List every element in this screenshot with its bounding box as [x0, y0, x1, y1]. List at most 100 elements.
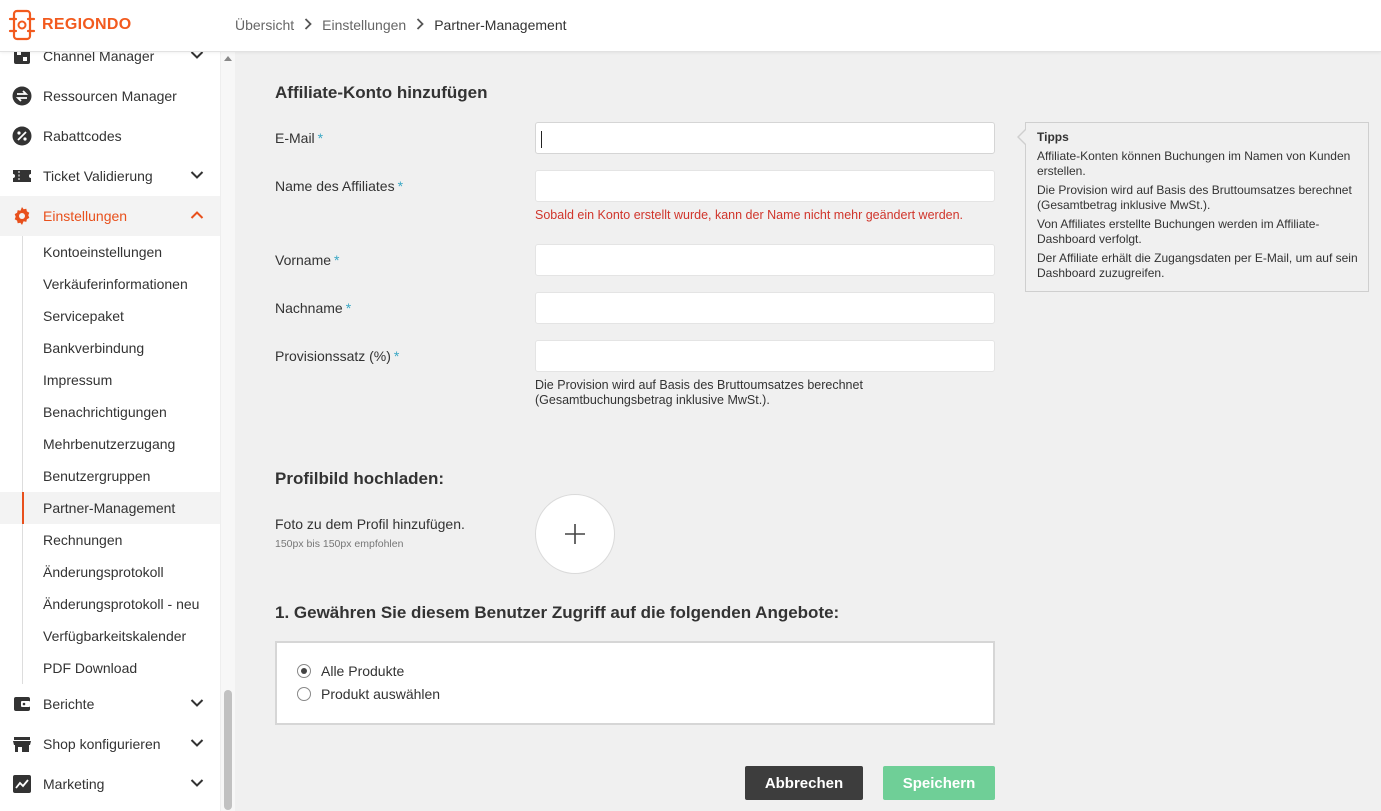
chevron-down-icon — [190, 699, 204, 707]
photo-hint: 150px bis 150px empfohlen — [275, 538, 404, 550]
chevron-down-icon — [190, 739, 204, 747]
sidebar-subitem-service-package[interactable]: Servicepaket — [0, 300, 220, 332]
sidebar-item-shop-config[interactable]: Shop konfigurieren — [0, 724, 220, 764]
sidebar-subitem-label: Bankverbindung — [43, 340, 145, 356]
affiliate-name-label-text: Name des Affiliates — [275, 178, 395, 194]
email-label-text: E-Mail — [275, 130, 315, 146]
regiondo-logo-icon — [8, 9, 36, 41]
sidebar-item-label: Shop konfigurieren — [43, 736, 161, 752]
breadcrumb-partner-management: Partner-Management — [434, 17, 567, 33]
sidebar-item-discount-codes[interactable]: Rabattcodes — [0, 116, 220, 156]
exchange-icon — [12, 86, 32, 106]
sidebar-subitem-invoices[interactable]: Rechnungen — [0, 524, 220, 556]
radio-all-products[interactable]: Alle Produkte — [297, 663, 404, 679]
sidebar-scrollbar[interactable] — [220, 52, 235, 811]
commission-label-text: Provisionssatz (%) — [275, 348, 391, 364]
cancel-button[interactable]: Abbrechen — [745, 766, 863, 800]
sidebar-item-resources[interactable]: Ressourcen Manager — [0, 76, 220, 116]
sidebar-subitem-label: Impressum — [43, 372, 113, 388]
email-input[interactable] — [535, 122, 995, 154]
affiliate-name-label: Name des Affiliates * — [275, 178, 403, 194]
required-mark: * — [334, 252, 340, 268]
sidebar-subitem-change-log-new[interactable]: Änderungsprotokoll - neu — [0, 588, 220, 620]
plus-icon — [565, 524, 585, 544]
chevron-down-icon — [190, 779, 204, 787]
brand-logo[interactable]: REGIONDO — [8, 9, 132, 41]
breadcrumb: Übersicht Einstellungen Partner-Manageme… — [235, 17, 567, 33]
sidebar-item-reports[interactable]: Berichte — [0, 684, 220, 724]
sidebar-subitem-label: Verfügbarkeitskalender — [43, 628, 187, 644]
email-label: E-Mail * — [275, 130, 323, 146]
channel-icon — [14, 52, 30, 64]
sidebar-item-label: Berichte — [43, 696, 95, 712]
sidebar-item-ticket-validation[interactable]: Ticket Validierung — [0, 156, 220, 196]
sidebar-item-label: Channel Manager — [43, 52, 155, 64]
sidebar-subitem-seller-info[interactable]: Verkäuferinformationen — [0, 268, 220, 300]
sidebar-subitem-pdf-download[interactable]: PDF Download — [0, 652, 220, 684]
firstname-input[interactable] — [535, 244, 995, 276]
sidebar-subitem-label: Partner-Management — [43, 500, 176, 516]
chevron-up-icon — [190, 211, 204, 219]
firstname-label: Vorname * — [275, 252, 340, 268]
profile-title: Profilbild hochladen: — [275, 469, 445, 488]
sidebar-subitem-label: PDF Download — [43, 660, 138, 676]
main-content: Affiliate-Konto hinzufügen E-Mail * Name … — [235, 52, 1381, 811]
required-mark: * — [317, 130, 324, 146]
sidebar-subitem-user-groups[interactable]: Benutzergruppen — [0, 460, 220, 492]
tips-title: Tipps — [1037, 130, 1069, 144]
required-mark: * — [393, 348, 400, 364]
ticket-icon — [13, 170, 31, 182]
breadcrumb-settings[interactable]: Einstellungen — [322, 17, 406, 33]
sidebar-item-marketing[interactable]: Marketing — [0, 764, 220, 804]
scrollbar-thumb[interactable] — [224, 690, 232, 810]
save-button[interactable]: Speichern — [883, 766, 995, 800]
text-caret — [541, 131, 542, 148]
sidebar-subitem-bank-account[interactable]: Bankverbindung — [0, 332, 220, 364]
sidebar-subitem-label: Änderungsprotokoll - neu — [43, 596, 200, 612]
photo-upload-button[interactable] — [535, 494, 615, 574]
chart-icon — [13, 775, 31, 793]
radio-select-product[interactable]: Produkt auswählen — [297, 686, 440, 702]
access-title: 1. Gewähren Sie diesem Benutzer Zugriff … — [275, 603, 840, 622]
photo-label: Foto zu dem Profil hinzufügen. — [275, 516, 465, 532]
sidebar-subitem-availability-calendar[interactable]: Verfügbarkeitskalender — [0, 620, 220, 652]
scroll-up-arrow-icon[interactable] — [224, 56, 232, 61]
sidebar-subitem-change-log[interactable]: Änderungsprotokoll — [0, 556, 220, 588]
sidebar-item-channel-manager[interactable]: Channel Manager — [0, 52, 220, 76]
radio-label: Produkt auswählen — [321, 686, 441, 702]
affiliate-name-input[interactable] — [535, 170, 995, 202]
radio-dot — [301, 668, 307, 674]
store-icon — [13, 737, 31, 752]
sidebar-subitem-imprint[interactable]: Impressum — [0, 364, 220, 396]
chevron-down-icon — [190, 52, 204, 59]
commission-help-text: Die Provision wird auf Basis des Bruttou… — [535, 378, 863, 407]
top-header: REGIONDO Übersicht Einstellungen Partner… — [0, 0, 1381, 52]
sidebar-subitem-multi-user[interactable]: Mehrbenutzerzugang — [0, 428, 220, 460]
sidebar-item-settings[interactable]: Einstellungen — [0, 196, 220, 236]
commission-input[interactable] — [535, 340, 995, 372]
sidebar-subitem-partner-management[interactable]: Partner-Management — [0, 492, 220, 524]
sidebar-subitem-label: Benutzergruppen — [43, 468, 151, 484]
percent-icon — [12, 126, 32, 146]
sidebar-subitem-label: Rechnungen — [43, 532, 123, 548]
sidebar-subitem-account-settings[interactable]: Kontoeinstellungen — [0, 236, 220, 268]
gear-icon — [14, 207, 30, 225]
sidebar-subitem-notifications[interactable]: Benachrichtigungen — [0, 396, 220, 428]
lastname-label: Nachname * — [275, 300, 351, 316]
sidebar: Channel Manager Ressourcen Manager Rabat… — [0, 52, 220, 811]
chevron-right-icon — [304, 17, 312, 33]
sidebar-subitem-label: Benachrichtigungen — [43, 404, 167, 420]
form-title: Affiliate-Konto hinzufügen — [275, 83, 488, 102]
radio-label: Alle Produkte — [321, 663, 405, 679]
commission-label: Provisionssatz (%) * — [275, 348, 399, 364]
breadcrumb-overview[interactable]: Übersicht — [235, 17, 294, 33]
radio-button-selected[interactable] — [297, 664, 311, 678]
sidebar-item-label: Einstellungen — [43, 208, 128, 224]
sidebar-subitem-label: Kontoeinstellungen — [43, 244, 163, 260]
tips-box: Tipps Affiliate-Konten können Buchungen … — [1017, 122, 1369, 292]
tips-line: Die Provision wird auf Basis des Bruttou… — [1037, 183, 1352, 212]
wallet-icon — [14, 697, 30, 711]
radio-button[interactable] — [297, 687, 311, 701]
lastname-input[interactable] — [535, 292, 995, 324]
required-mark: * — [345, 300, 352, 316]
